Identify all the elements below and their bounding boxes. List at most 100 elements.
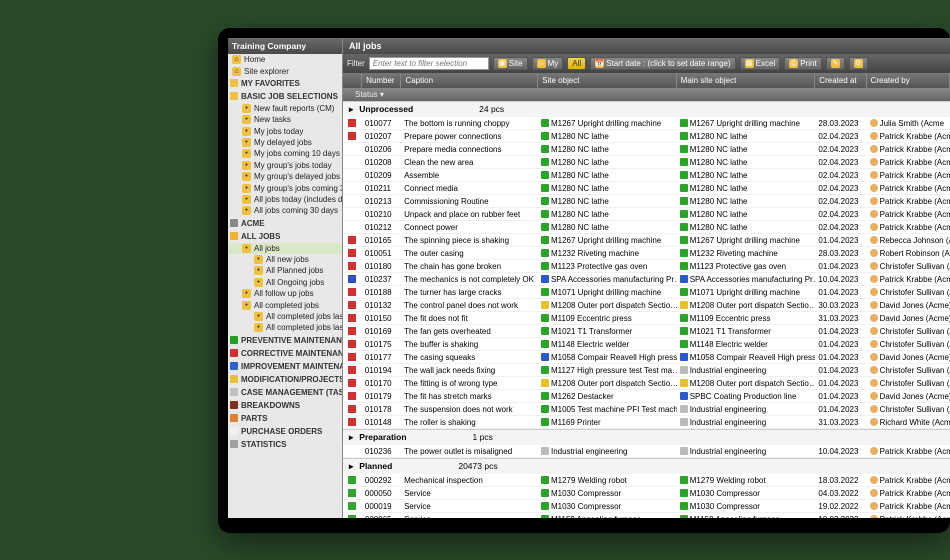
nav-item[interactable]: •My jobs coming 10 days: [228, 148, 342, 159]
table-row[interactable]: 010165The spinning piece is shakingM1267…: [343, 234, 950, 247]
table-row[interactable]: 010177The casing squeaksM1058 Compair Re…: [343, 351, 950, 364]
nav-site-explorer[interactable]: ⌂Site explorer: [228, 65, 342, 76]
nav-group[interactable]: ALL JOBS: [228, 230, 342, 243]
nav-item[interactable]: •All completed jobs last 90: [228, 311, 342, 322]
nav-group[interactable]: CORRECTIVE MAINTENANC: [228, 347, 342, 360]
object-icon: [680, 392, 688, 400]
excel-button[interactable]: ▦Excel: [740, 57, 781, 70]
table-row[interactable]: 010207Prepare power connectionsM1280 NC …: [343, 130, 950, 143]
table-row[interactable]: 010180The chain has gone brokenM1123 Pro…: [343, 260, 950, 273]
col-created-at[interactable]: Created at: [815, 73, 866, 88]
col-site-object[interactable]: Site object: [538, 73, 677, 88]
nav-group[interactable]: ACME: [228, 217, 342, 230]
tool-button-1[interactable]: ✎: [826, 57, 845, 70]
table-row[interactable]: 010213Commissioning RoutineM1280 NC lath…: [343, 195, 950, 208]
cell-caption: The mechanics is not completely OK: [401, 275, 538, 284]
table-row[interactable]: 010210Unpack and place on rubber feetM12…: [343, 208, 950, 221]
table-row[interactable]: 010170The fitting is of wrong typeM1208 …: [343, 377, 950, 390]
cell-site-object: M1005 Test machine PFI Test mach…: [538, 405, 677, 414]
nav-group[interactable]: CASE MANAGEMENT (TASKS: [228, 386, 342, 399]
group-color-icon: [230, 219, 238, 227]
group-color-icon: [230, 375, 238, 383]
nav-group[interactable]: BASIC JOB SELECTIONS: [228, 90, 342, 103]
table-row[interactable]: 010132The control panel does not workM12…: [343, 299, 950, 312]
nav-item[interactable]: •My delayed jobs: [228, 137, 342, 148]
table-row[interactable]: 000050ServiceM1030 CompressorM1030 Compr…: [343, 487, 950, 500]
col-number[interactable]: Number: [362, 73, 401, 88]
object-icon: [541, 262, 549, 270]
cell-number: 010169: [362, 327, 401, 336]
object-icon: [680, 288, 688, 296]
table-row[interactable]: 010194The wall jack needs fixingM1127 Hi…: [343, 364, 950, 377]
table-row[interactable]: 010178The suspension does not workM1005 …: [343, 403, 950, 416]
table-row[interactable]: 010209AssembleM1280 NC latheM1280 NC lat…: [343, 169, 950, 182]
nav-home[interactable]: ⌂Home: [228, 54, 342, 65]
table-row[interactable]: 010208Clean the new areaM1280 NC latheM1…: [343, 156, 950, 169]
col-main-site-object[interactable]: Main site object: [677, 73, 816, 88]
nav-item[interactable]: •All follow up jobs: [228, 288, 342, 299]
nav-item[interactable]: •New tasks: [228, 114, 342, 125]
table-row[interactable]: 010179The fit has stretch marksM1262 Des…: [343, 390, 950, 403]
avatar-icon: [870, 392, 878, 400]
nav-group[interactable]: IMPROVEMENT MAINTENA: [228, 360, 342, 373]
cell-created-at: 01.04.2023: [815, 379, 866, 388]
nav-group[interactable]: STATISTICS: [228, 438, 342, 451]
object-icon: [680, 145, 688, 153]
nav-item[interactable]: •All new jobs: [228, 254, 342, 265]
nav-group[interactable]: PARTS: [228, 412, 342, 425]
all-button[interactable]: All: [567, 57, 586, 70]
nav-group[interactable]: MY FAVORITES: [228, 77, 342, 90]
table-row[interactable]: 010175The buffer is shakingM1148 Electri…: [343, 338, 950, 351]
tool-button-2[interactable]: ⚙: [849, 57, 868, 70]
nav-item[interactable]: •All completed jobs last 36: [228, 322, 342, 333]
table-row[interactable]: 000065ServiceM1159 Annealing furnaceM115…: [343, 513, 950, 518]
nav-group[interactable]: PREVENTIVE MAINTENANC: [228, 334, 342, 347]
nav-item[interactable]: •My jobs today: [228, 126, 342, 137]
table-row[interactable]: 010212Connect powerM1280 NC latheM1280 N…: [343, 221, 950, 234]
group-row[interactable]: ▸Preparation1 pcs: [343, 429, 950, 445]
table-row[interactable]: 010236The power outlet is misalignedIndu…: [343, 445, 950, 458]
table-row[interactable]: 010169The fan gets overheatedM1021 T1 Tr…: [343, 325, 950, 338]
nav-item[interactable]: •All Planned jobs: [228, 265, 342, 276]
filter-input[interactable]: [369, 57, 489, 70]
table-row[interactable]: 010148The roller is shakingM1169 Printer…: [343, 416, 950, 429]
my-button[interactable]: ☺My: [532, 57, 564, 70]
cell-created-by: Richard White (Acme: [867, 418, 950, 427]
table-row[interactable]: 000019ServiceM1030 CompressorM1030 Compr…: [343, 500, 950, 513]
nav-item[interactable]: •My group's jobs today: [228, 160, 342, 171]
print-button[interactable]: ⎙Print: [784, 57, 821, 70]
nav-group[interactable]: BREAKDOWNS: [228, 399, 342, 412]
table-row[interactable]: 010206Prepare media connectionsM1280 NC …: [343, 143, 950, 156]
table-row[interactable]: 010188The turner has large cracksM1071 U…: [343, 286, 950, 299]
table-row[interactable]: 010150The fit does not fitM1109 Eccentri…: [343, 312, 950, 325]
cell-created-by: Patrick Krabbe (Acme: [867, 210, 950, 219]
table-row[interactable]: 010051The outer casingM1232 Riveting mac…: [343, 247, 950, 260]
nav-item[interactable]: •New fault reports (CM): [228, 103, 342, 114]
table-row[interactable]: 010077The bottom is running choppyM1267 …: [343, 117, 950, 130]
nav-item[interactable]: •All jobs today (includes dela: [228, 194, 342, 205]
nav-item[interactable]: •My group's delayed jobs: [228, 171, 342, 182]
status-group-row[interactable]: Status ▾: [343, 88, 950, 101]
table-row[interactable]: 010211Connect mediaM1280 NC latheM1280 N…: [343, 182, 950, 195]
nav-group[interactable]: PURCHASE ORDERS: [228, 425, 342, 438]
avatar-icon: [870, 288, 878, 296]
nav-item[interactable]: •All completed jobs: [228, 299, 342, 310]
table-row[interactable]: 000292Mechanical inspectionM1279 Welding…: [343, 474, 950, 487]
cell-site-object: M1071 Upright drilling machine: [538, 288, 677, 297]
nav-item[interactable]: •All jobs: [228, 243, 342, 254]
nav-item[interactable]: •My group's jobs coming 30 d: [228, 182, 342, 193]
group-row[interactable]: ▸Planned20473 pcs: [343, 458, 950, 474]
table-row[interactable]: 010237The mechanics is not completely OK…: [343, 273, 950, 286]
nav-group[interactable]: MODIFICATION/PROJECTS: [228, 373, 342, 386]
nav-item[interactable]: •All jobs coming 30 days: [228, 205, 342, 216]
col-flag[interactable]: [343, 73, 362, 88]
nav-item[interactable]: •All Ongoing jobs: [228, 277, 342, 288]
cell-caption: Service: [401, 489, 538, 498]
site-button[interactable]: ▣Site: [493, 57, 528, 70]
object-icon: [541, 379, 549, 387]
col-caption[interactable]: Caption: [401, 73, 538, 88]
col-created-by[interactable]: Created by: [867, 73, 950, 88]
date-range-button[interactable]: 📅Start date : (click to set date range): [590, 57, 736, 70]
group-row[interactable]: ▸Unprocessed24 pcs: [343, 101, 950, 117]
group-color-icon: [230, 92, 238, 100]
